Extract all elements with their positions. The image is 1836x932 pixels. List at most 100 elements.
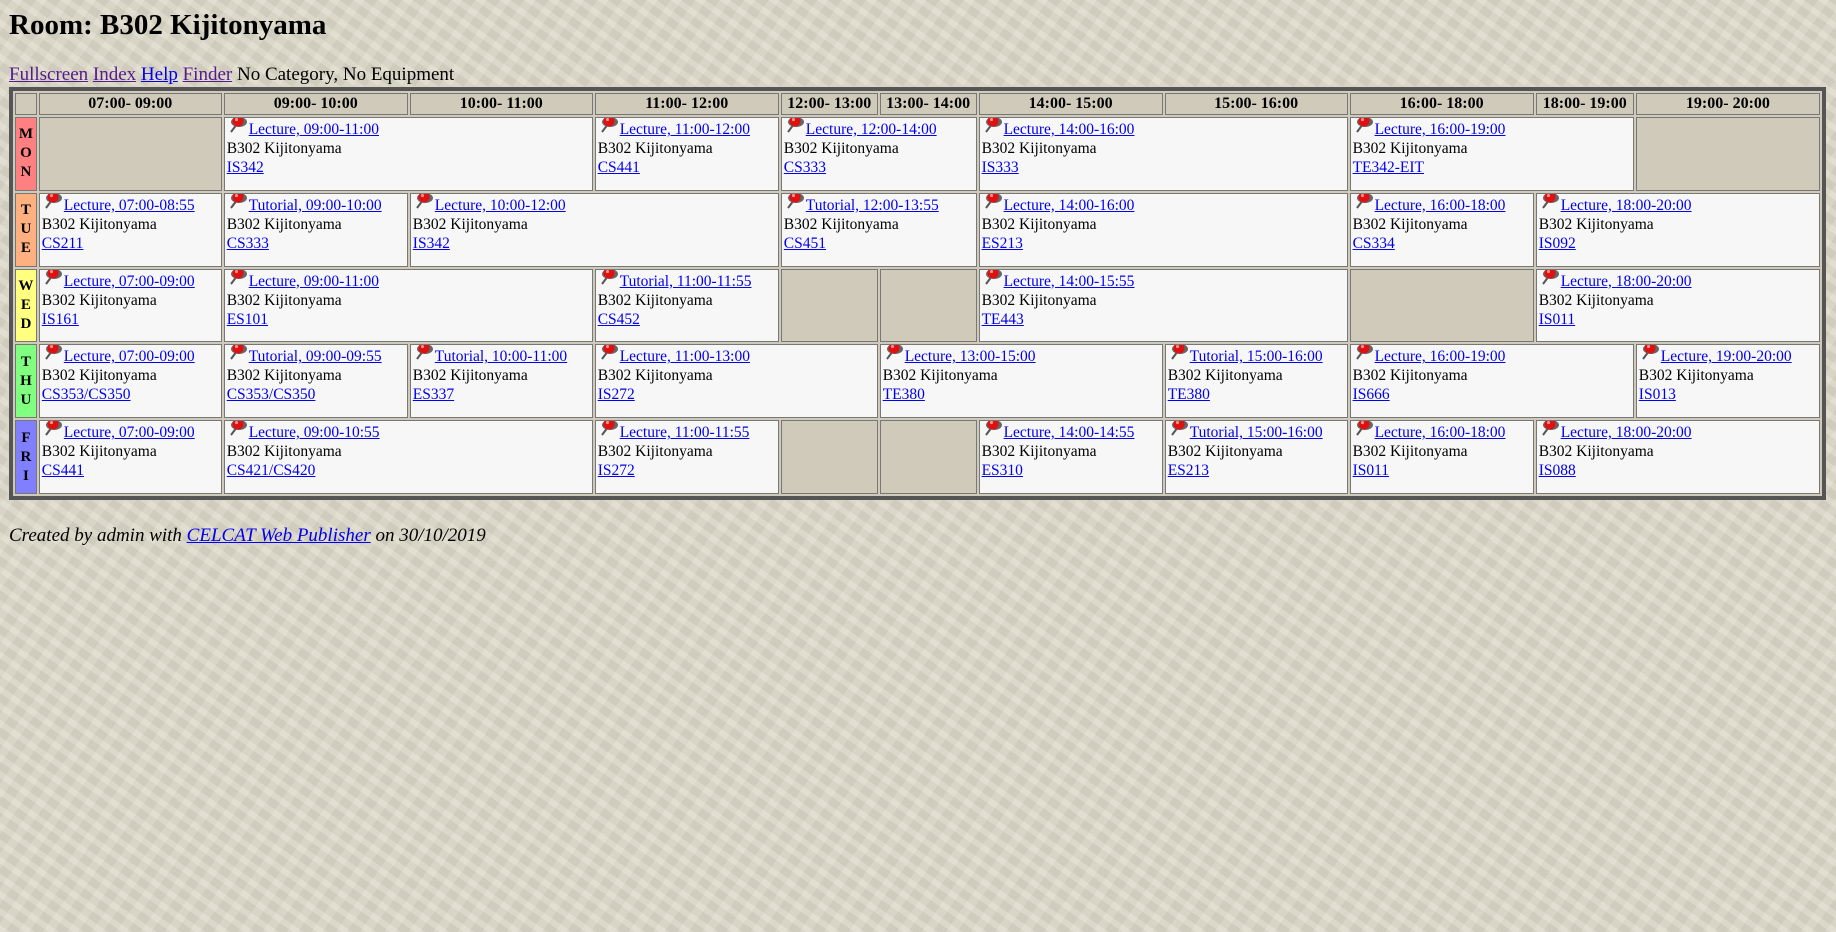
event-link[interactable]: Lecture, 16:00-19:00 [1375,348,1506,365]
course-link[interactable]: CS451 [784,235,826,252]
timetable-grid: 07:00- 09:00 09:00- 10:00 10:00- 11:00 11:0… [9,87,1826,500]
finder-link[interactable]: Finder [183,64,233,85]
room-text: B302 Kijitonyama [41,215,157,233]
day-row: T H U Lecture, 07:00-09:00 B302 Kijitonyama C… [15,344,1820,419]
event-link[interactable]: Tutorial, 15:00-16:00 [1190,424,1323,441]
event-link[interactable]: Lecture, 09:00-11:00 [249,121,379,138]
course-link[interactable]: ES213 [982,235,1023,252]
event-link[interactable]: Lecture, 07:00-09:00 [64,424,195,441]
course-link[interactable]: CS452 [598,311,640,328]
course-link[interactable]: TE342-EIT [1353,159,1424,176]
event-link[interactable]: Lecture, 11:00-12:00 [620,121,750,138]
room-text: B302 Kijitonyama [1352,140,1468,157]
event-link[interactable]: Lecture, 11:00-13:00 [620,348,750,365]
course-link[interactable]: TE380 [883,386,925,403]
course-link[interactable]: IS013 [1639,386,1676,403]
course-link[interactable]: ES213 [1168,462,1209,479]
course-link[interactable]: IS272 [598,462,635,479]
help-link[interactable]: Help [141,64,178,85]
course-link[interactable]: ES337 [413,386,454,403]
fullscreen-link[interactable]: Fullscreen [9,64,88,85]
event-link[interactable]: Lecture, 12:00-14:00 [806,121,937,138]
event-link[interactable]: Lecture, 07:00-09:00 [64,273,195,290]
event-link[interactable]: Lecture, 09:00-10:55 [249,424,380,441]
course-link[interactable]: IS342 [413,235,450,252]
pushpin-icon [1539,193,1561,211]
event-link[interactable]: Tutorial, 09:00-10:00 [249,197,382,214]
event-link[interactable]: Tutorial, 10:00-11:00 [435,348,567,365]
course-link[interactable]: CS353/CS350 [42,386,131,403]
room-text: B302 Kijitonyama [597,140,713,157]
pushpin-icon [1539,421,1561,438]
course-link[interactable]: CS211 [42,235,84,252]
pushpin-icon [413,345,435,362]
time-header: 13:00- 14:00 [879,93,977,115]
pushpin-icon [1353,117,1375,135]
event-cell: Tutorial, 15:00-16:00 B302 Kijitonyama ES2… [1164,420,1348,494]
event-link[interactable]: Lecture, 11:00-11:55 [620,424,750,441]
event-link[interactable]: Lecture, 14:00-16:00 [1004,121,1135,138]
course-link[interactable]: IS666 [1353,386,1390,403]
pushpin-icon [227,421,249,438]
room-text: B302 Kijitonyama [226,215,342,233]
event-link[interactable]: Lecture, 16:00-18:00 [1375,424,1506,441]
course-link[interactable]: ES101 [227,311,268,328]
event-link[interactable]: Lecture, 18:00-20:00 [1561,273,1692,290]
event-link[interactable]: Lecture, 14:00-16:00 [1004,197,1135,214]
course-link[interactable]: IS088 [1539,462,1576,479]
course-link[interactable]: CS441 [598,159,640,176]
course-link[interactable]: IS092 [1539,235,1576,252]
course-link[interactable]: CS334 [1353,235,1395,252]
event-link[interactable]: Tutorial, 12:00-13:55 [806,197,939,214]
pushpin-icon [982,421,1004,438]
event-link[interactable]: Tutorial, 11:00-11:55 [620,273,752,290]
empty-slot [38,117,222,191]
course-link[interactable]: CS333 [784,159,826,176]
day-row: M O N Lecture, 09:00-11:00 B302 Kijitonyama I… [15,117,1820,191]
course-link[interactable]: CS353/CS350 [227,386,316,403]
event-link[interactable]: Lecture, 14:00-14:55 [1004,424,1135,441]
course-link[interactable]: IS272 [598,386,635,403]
event-link[interactable]: Lecture, 09:00-11:00 [249,273,379,290]
event-link[interactable]: Lecture, 19:00-20:00 [1661,348,1792,365]
course-link[interactable]: IS342 [227,159,264,176]
course-link[interactable]: CS441 [42,462,84,479]
event-cell: Tutorial, 09:00-10:00 B302 Kijitonyama CS3… [223,192,408,267]
pushpin-icon [982,269,1004,287]
pushpin-icon [598,345,620,362]
course-link[interactable]: ES310 [982,462,1023,479]
room-text: B302 Kijitonyama [1538,443,1654,461]
course-link[interactable]: TE380 [1168,386,1210,403]
event-link[interactable]: Lecture, 18:00-20:00 [1561,424,1692,441]
event-link[interactable]: Lecture, 10:00-12:00 [435,197,566,214]
event-link[interactable]: Lecture, 14:00-15:55 [1004,273,1135,290]
event-link[interactable]: Lecture, 18:00-20:00 [1561,197,1692,214]
pushpin-icon [227,117,249,135]
course-link[interactable]: TE443 [982,311,1024,328]
course-link[interactable]: IS161 [42,311,79,328]
event-link[interactable]: Lecture, 07:00-09:00 [64,348,195,365]
empty-slot [780,420,878,494]
celcat-link[interactable]: CELCAT Web Publisher [187,525,371,546]
room-text: B302 Kijitonyama [412,367,528,385]
event-link[interactable]: Lecture, 07:00-08:55 [64,197,195,214]
index-link[interactable]: Index [93,64,136,85]
course-link[interactable]: CS333 [227,235,269,252]
course-link[interactable]: IS011 [1353,462,1389,479]
course-link[interactable]: IS333 [982,159,1019,176]
event-cell: Lecture, 13:00-15:00 B302 Kijitonyama TE38… [879,344,1163,419]
event-link[interactable]: Lecture, 16:00-19:00 [1375,121,1506,138]
event-cell: Lecture, 09:00-10:55 B302 Kijitonyama CS42… [223,420,593,494]
course-link[interactable]: CS421/CS420 [227,462,316,479]
day-label: FRI [15,420,37,494]
room-text: B302 Kijitonyama [1638,367,1754,385]
event-link[interactable]: Tutorial, 15:00-16:00 [1190,348,1323,365]
event-link[interactable]: Lecture, 13:00-15:00 [905,348,1036,365]
event-cell: Lecture, 14:00-14:55 B302 Kijitonyama ES31… [978,420,1163,494]
course-link[interactable]: IS011 [1539,311,1575,328]
event-cell: Lecture, 18:00-20:00 B302 Kijitonyama IS01… [1535,268,1820,343]
event-cell: Lecture, 18:00-20:00 B302 Kijitonyama IS09… [1535,192,1820,267]
event-link[interactable]: Tutorial, 09:00-09:55 [249,348,382,365]
event-link[interactable]: Lecture, 16:00-18:00 [1375,197,1506,214]
event-cell: Tutorial, 12:00-13:55 B302 Kijitonyama CS4… [780,192,977,267]
